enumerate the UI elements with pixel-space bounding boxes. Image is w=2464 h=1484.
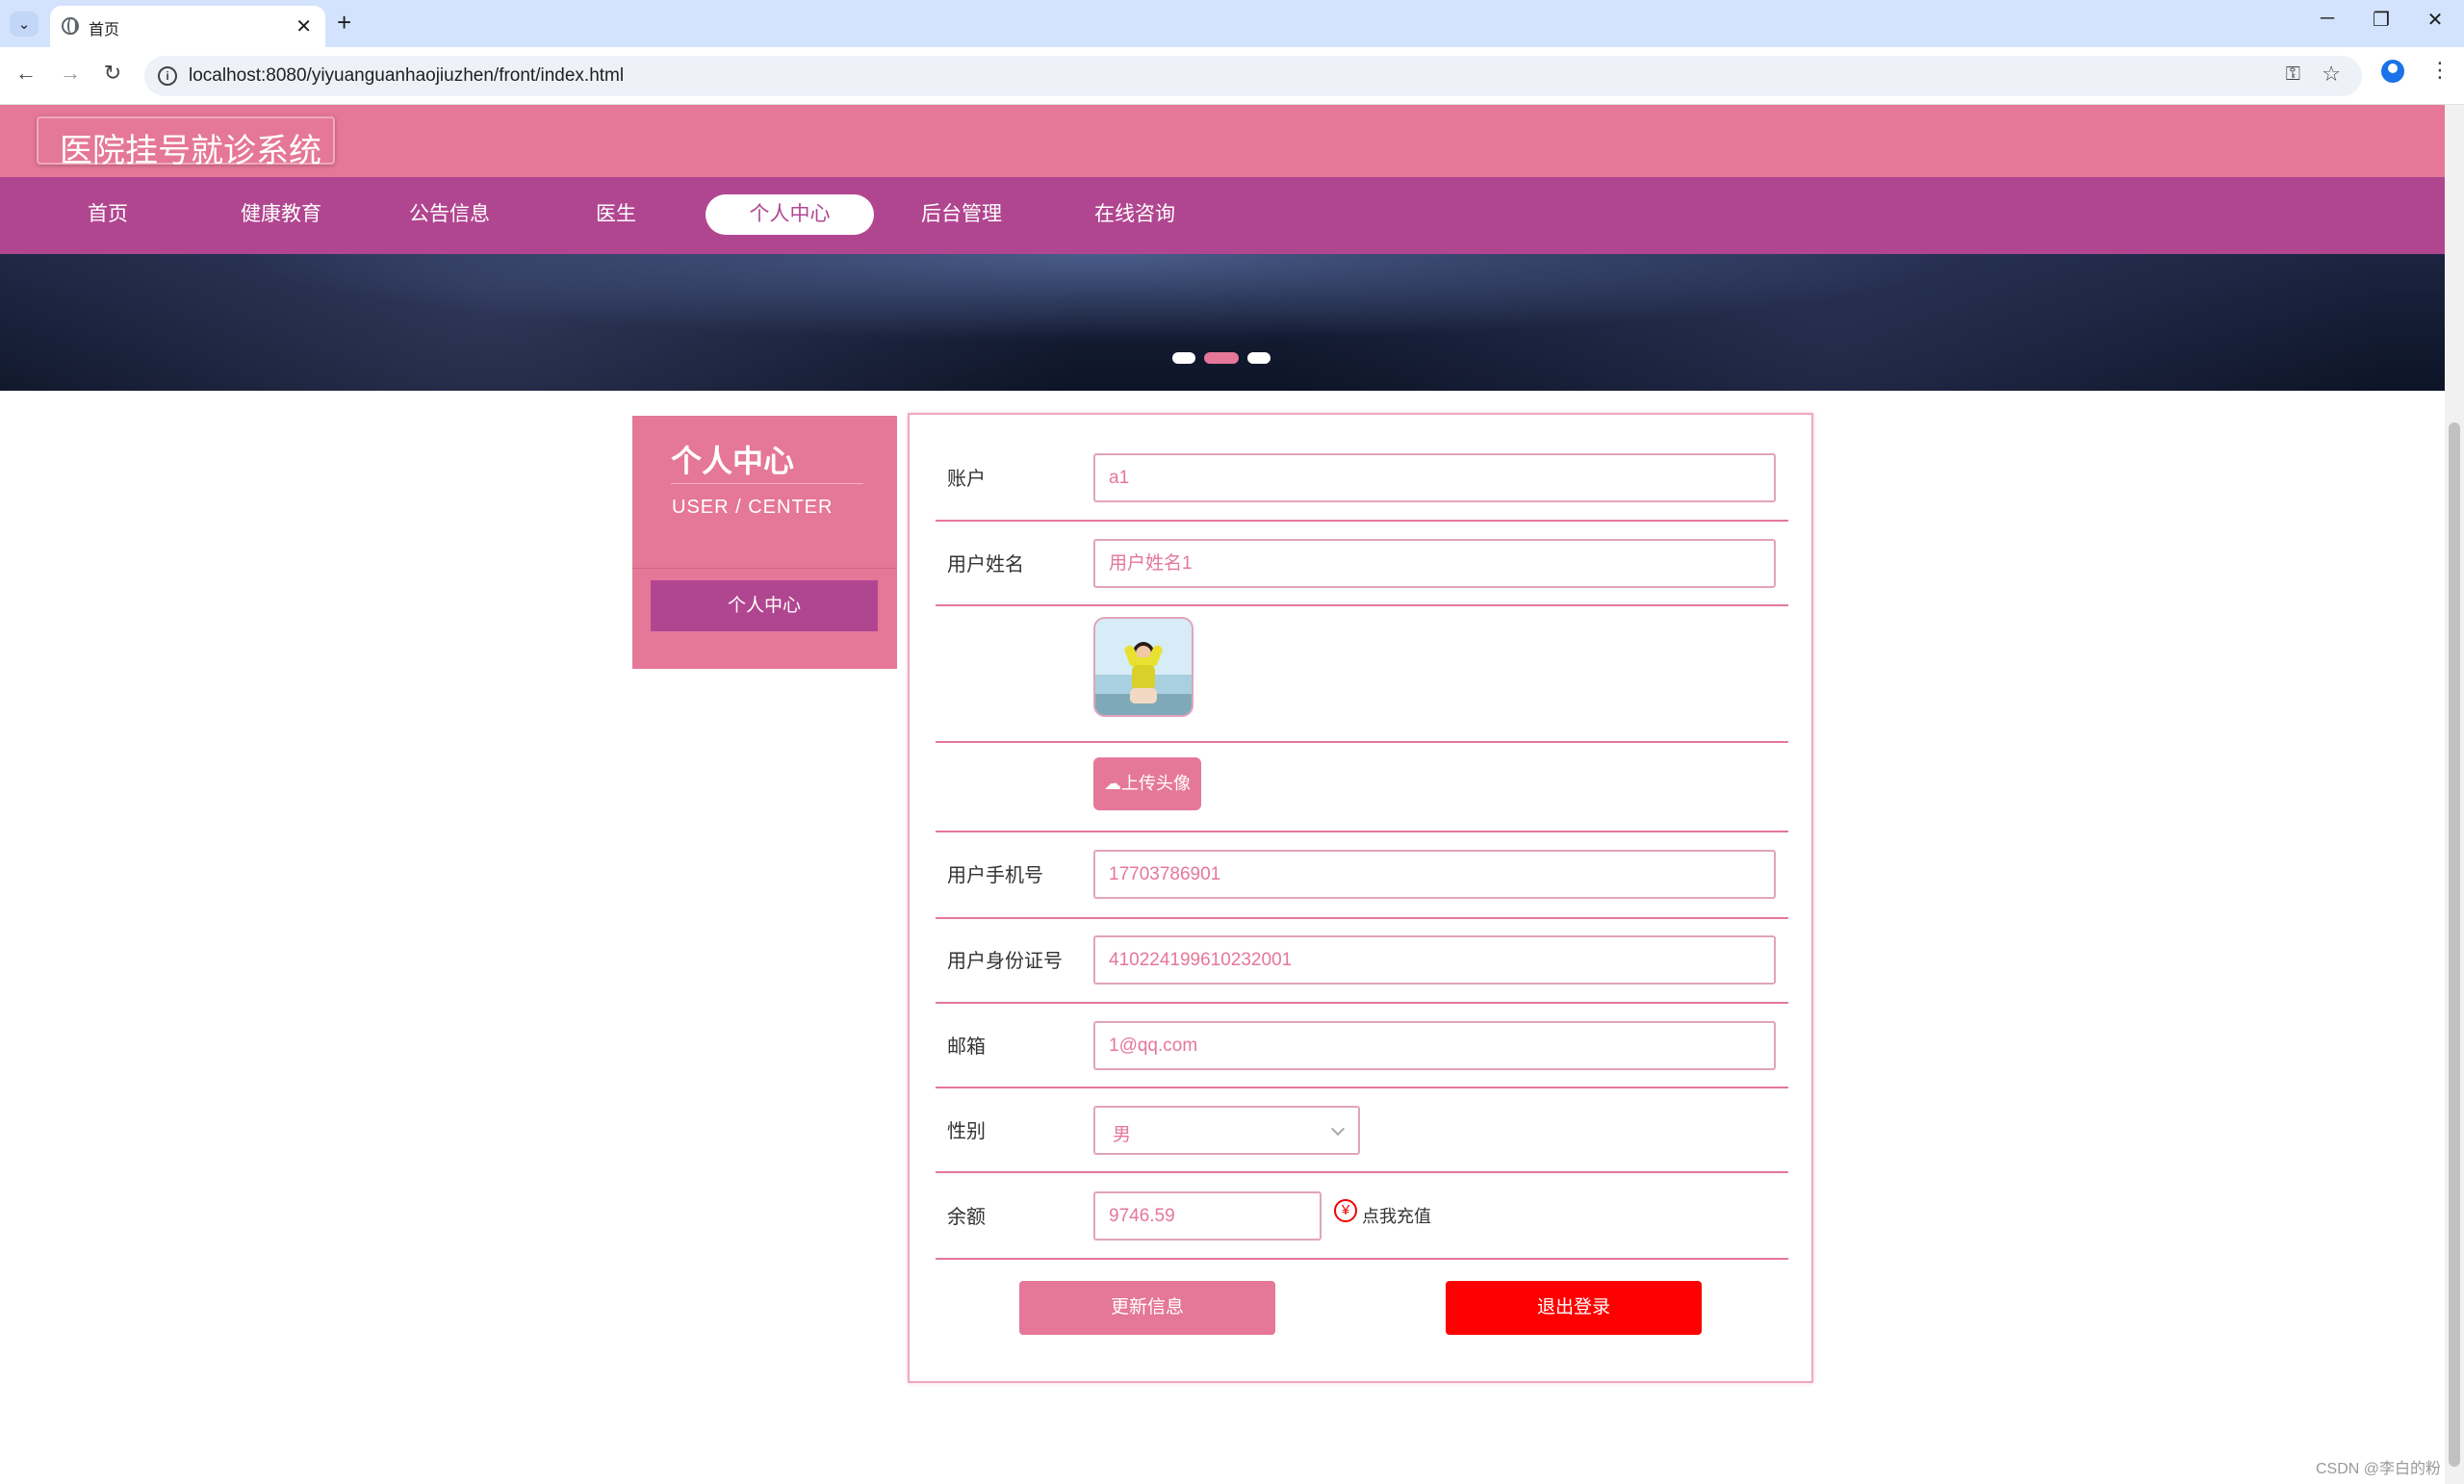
browser-menu-icon[interactable]: ⋮ — [2429, 58, 2451, 83]
profile-form: 账户 a1 用户姓名 用户姓名1 ☁上传头像 用户手机号 17703786901… — [908, 413, 1813, 1383]
account-label: 账户 — [947, 469, 986, 490]
balance-input[interactable]: 9746.59 — [1093, 1191, 1322, 1241]
gender-label: 性别 — [947, 1121, 986, 1142]
tab-title: 首页 — [89, 22, 120, 38]
nav-item-health-education[interactable]: 健康教育 — [221, 194, 341, 235]
gender-select[interactable]: 男 — [1093, 1106, 1360, 1155]
browser-tab[interactable]: 首页 ✕ — [50, 6, 325, 47]
recharge-link[interactable]: 点我充值 — [1362, 1203, 1431, 1228]
nav-item-home[interactable]: 首页 — [60, 194, 156, 235]
carousel-dot-1[interactable] — [1172, 352, 1195, 364]
carousel-dot-3[interactable] — [1247, 352, 1270, 364]
row-divider — [936, 1087, 1788, 1088]
sidebar-item-personal-center[interactable]: 个人中心 — [651, 580, 878, 631]
logout-button[interactable]: 退出登录 — [1446, 1281, 1702, 1335]
tab-close-icon[interactable]: ✕ — [295, 14, 312, 38]
site-header: 医院挂号就诊系统 — [0, 105, 2445, 177]
nav-item-doctors[interactable]: 医生 — [568, 194, 664, 235]
gender-value: 男 — [1113, 1125, 1132, 1145]
sidebar-separator — [632, 568, 897, 569]
update-info-button[interactable]: 更新信息 — [1019, 1281, 1275, 1335]
row-divider — [936, 1002, 1788, 1004]
sidebar-divider — [671, 483, 863, 484]
carousel-dot-2-active[interactable] — [1204, 352, 1239, 364]
yen-icon[interactable]: ¥ — [1334, 1199, 1357, 1222]
upload-avatar-button[interactable]: ☁上传头像 — [1093, 757, 1201, 810]
site-logo[interactable]: 医院挂号就诊系统 — [37, 116, 335, 169]
profile-avatar-icon[interactable] — [2381, 60, 2404, 83]
idcard-label: 用户身份证号 — [947, 951, 1063, 972]
back-icon[interactable]: ← — [12, 61, 40, 86]
row-divider — [936, 741, 1788, 743]
email-input[interactable]: 1@qq.com — [1093, 1021, 1776, 1070]
name-input[interactable]: 用户姓名1 — [1093, 539, 1776, 588]
row-divider — [936, 1258, 1788, 1260]
password-key-icon[interactable]: ⚿ — [2286, 64, 2300, 86]
name-label: 用户姓名 — [947, 554, 1024, 576]
main-nav: 首页 健康教育 公告信息 医生 个人中心 后台管理 在线咨询 — [0, 177, 2445, 254]
site-info-icon[interactable]: i — [158, 66, 177, 86]
chevron-down-icon — [1330, 1121, 1346, 1137]
phone-input[interactable]: 17703786901 — [1093, 850, 1776, 899]
row-divider — [936, 1171, 1788, 1173]
row-divider — [936, 831, 1788, 832]
reload-icon[interactable]: ↻ — [98, 61, 127, 86]
close-window-icon[interactable]: ✕ — [2416, 8, 2454, 32]
browser-toolbar: ← → ↻ i localhost:8080/yiyuanguanhaojiuz… — [0, 47, 2464, 105]
browser-tab-bar: ⌄ 首页 ✕ + ─ ❐ ✕ — [0, 0, 2464, 47]
banner-carousel — [0, 254, 2445, 391]
new-tab-icon[interactable]: + — [337, 8, 351, 38]
phone-label: 用户手机号 — [947, 865, 1043, 886]
address-bar[interactable]: i localhost:8080/yiyuanguanhaojiuzhen/fr… — [144, 56, 2362, 96]
sidebar-title: 个人中心 — [671, 444, 795, 478]
site-title: 医院挂号就诊系统 — [60, 133, 321, 169]
tab-search-dropdown-icon[interactable]: ⌄ — [10, 12, 38, 37]
scrollbar-thumb[interactable] — [2449, 422, 2460, 1467]
row-divider — [936, 520, 1788, 522]
sidebar-subtitle: USER / CENTER — [672, 497, 834, 518]
row-divider — [936, 604, 1788, 606]
email-label: 邮箱 — [947, 1036, 986, 1058]
page-viewport: 医院挂号就诊系统 首页 健康教育 公告信息 医生 个人中心 后台管理 在线咨询 … — [0, 105, 2445, 1484]
minimize-icon[interactable]: ─ — [2308, 8, 2347, 30]
forward-icon[interactable]: → — [56, 61, 85, 86]
nav-item-announcements[interactable]: 公告信息 — [390, 194, 509, 235]
url-text[interactable]: localhost:8080/yiyuanguanhaojiuzhen/fron… — [189, 65, 624, 87]
nav-item-online-consult[interactable]: 在线咨询 — [1075, 194, 1194, 235]
page-scrollbar[interactable] — [2445, 105, 2464, 1484]
upload-avatar-label: 上传头像 — [1121, 774, 1191, 793]
globe-icon — [62, 17, 79, 35]
balance-label: 余额 — [947, 1207, 986, 1228]
restore-icon[interactable]: ❐ — [2362, 8, 2400, 32]
account-input[interactable]: a1 — [1093, 453, 1776, 502]
nav-item-personal-center[interactable]: 个人中心 — [706, 194, 874, 235]
cloud-upload-icon: ☁ — [1104, 774, 1121, 793]
avatar-image — [1093, 617, 1194, 717]
row-divider — [936, 917, 1788, 919]
nav-item-admin[interactable]: 后台管理 — [902, 194, 1021, 235]
watermark: CSDN @李白的粉 — [2316, 1461, 2442, 1477]
idcard-input[interactable]: 410224199610232001 — [1093, 935, 1776, 985]
bookmark-star-icon[interactable]: ☆ — [2322, 62, 2341, 87]
sidebar: 个人中心 USER / CENTER 个人中心 — [632, 416, 897, 669]
